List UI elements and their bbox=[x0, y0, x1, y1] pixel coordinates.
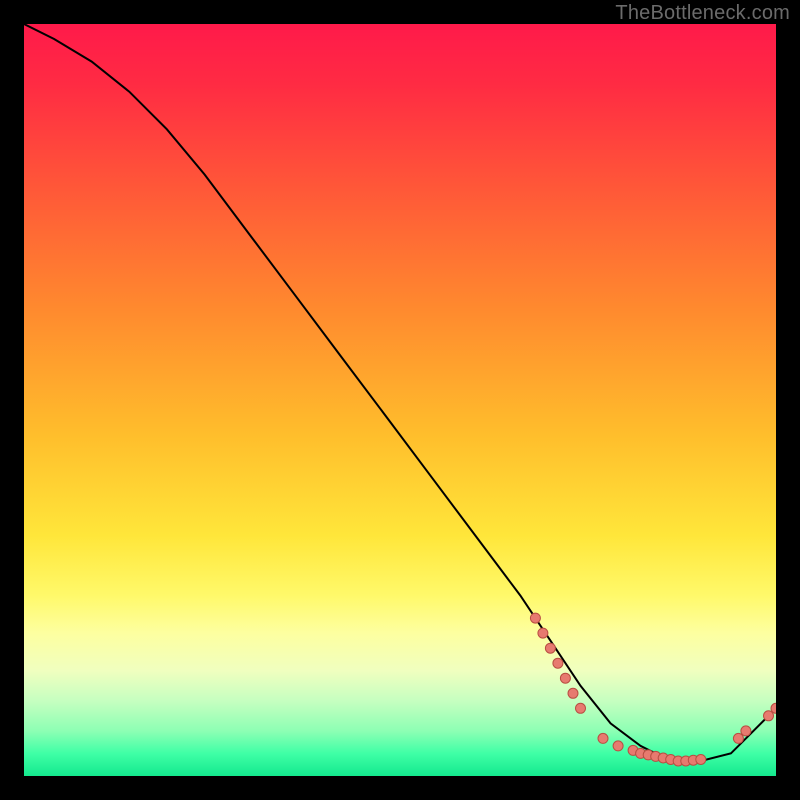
data-marker bbox=[576, 703, 586, 713]
curve-layer bbox=[24, 24, 776, 776]
bottleneck-curve bbox=[24, 24, 776, 761]
data-marker bbox=[538, 628, 548, 638]
data-marker bbox=[545, 643, 555, 653]
data-marker bbox=[741, 726, 751, 736]
data-markers bbox=[530, 613, 776, 766]
data-marker bbox=[530, 613, 540, 623]
data-marker bbox=[568, 688, 578, 698]
data-marker bbox=[598, 733, 608, 743]
data-marker bbox=[613, 741, 623, 751]
chart-frame: TheBottleneck.com bbox=[0, 0, 800, 800]
data-marker bbox=[733, 733, 743, 743]
data-marker bbox=[696, 755, 706, 765]
data-marker bbox=[764, 711, 774, 721]
curve-path-group bbox=[24, 24, 776, 761]
watermark-text: TheBottleneck.com bbox=[615, 2, 790, 25]
data-marker bbox=[553, 658, 563, 668]
plot-area bbox=[24, 24, 776, 776]
data-marker bbox=[560, 673, 570, 683]
